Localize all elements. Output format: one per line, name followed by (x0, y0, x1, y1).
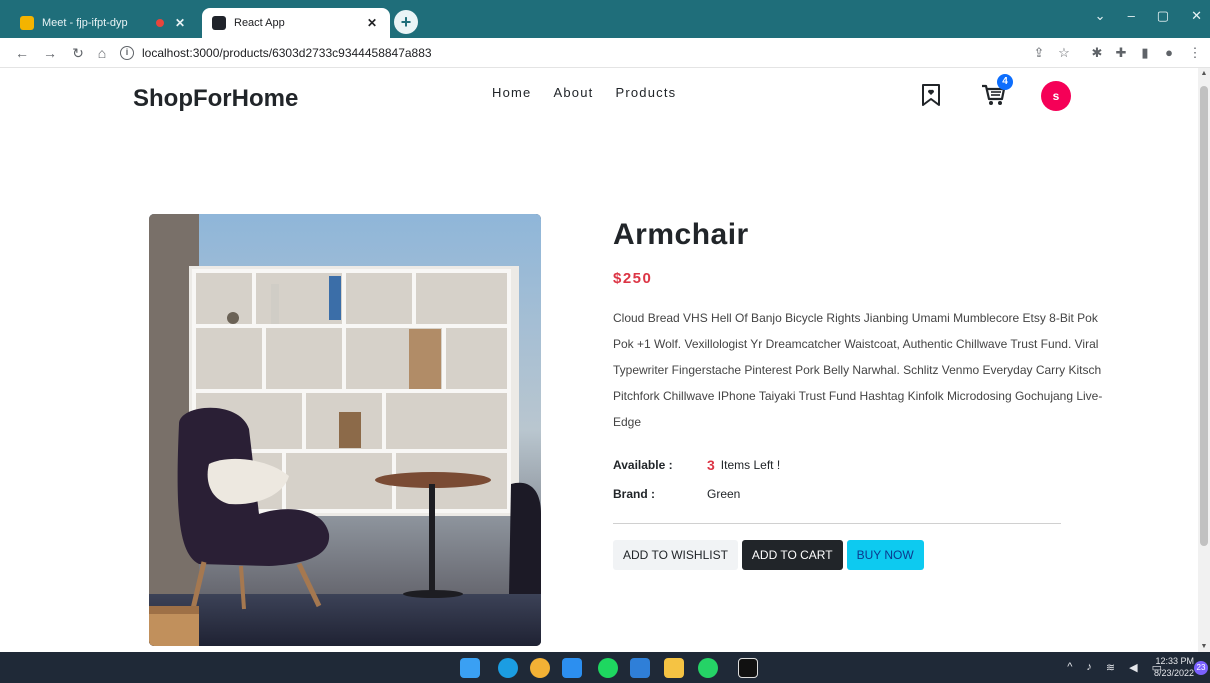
page-scrollbar[interactable]: ▲ ▼ (1198, 68, 1210, 652)
product-title: Armchair (613, 218, 749, 251)
add-to-wishlist-button[interactable]: ADD TO WISHLIST (613, 540, 738, 570)
recording-indicator-icon (156, 19, 164, 27)
notification-badge[interactable]: 23 (1194, 661, 1208, 675)
forward-icon[interactable]: → (40, 43, 60, 63)
armchair-photo (149, 214, 541, 646)
scroll-down-icon[interactable]: ▼ (1198, 643, 1210, 650)
close-tab-icon[interactable]: ✕ (172, 16, 188, 30)
tab-search-icon[interactable]: ⌄ (1095, 8, 1106, 24)
share-icon[interactable]: ⇪ (1030, 44, 1048, 62)
mail-icon[interactable] (630, 658, 650, 678)
file-explorer-icon[interactable] (664, 658, 684, 678)
wifi-icon[interactable]: ≋ (1106, 661, 1115, 674)
brand-row: Brand : Green (613, 487, 1113, 501)
divider (613, 523, 1061, 524)
close-tab-icon[interactable]: ✕ (364, 16, 380, 30)
microphone-icon[interactable]: ♪ (1086, 661, 1092, 674)
product-image (149, 214, 541, 646)
product-details: Armchair $250 Cloud Bread VHS Hell Of Ba… (613, 218, 1113, 570)
extensions-puzzle-icon[interactable]: ✚ (1112, 44, 1130, 62)
system-tray: ^ ♪ ≋ ◀ ▭ (1067, 661, 1162, 674)
reload-icon[interactable]: ↻ (68, 43, 88, 63)
site-info-icon[interactable]: i (120, 46, 134, 60)
terminal-icon[interactable] (738, 658, 758, 678)
wishlist-bookmark-icon[interactable] (920, 83, 942, 107)
available-suffix: Items Left ! (720, 458, 781, 472)
vscode-icon[interactable] (562, 658, 582, 678)
extension-icon[interactable]: ✱ (1088, 44, 1106, 62)
minimize-icon[interactable]: – (1128, 8, 1135, 24)
volume-icon[interactable]: ◀ (1129, 661, 1137, 674)
maximize-icon[interactable]: ▢ (1157, 8, 1169, 24)
add-to-cart-button[interactable]: ADD TO CART (741, 540, 843, 570)
meet-favicon-icon (20, 16, 34, 30)
tab-meet[interactable]: Meet - fjp-ifpt-dyp ✕ (10, 8, 198, 38)
profile-icon[interactable]: ● (1160, 44, 1178, 62)
menu-kebab-icon[interactable]: ⋮ (1186, 44, 1204, 62)
brand-label: Brand : (613, 487, 655, 501)
whatsapp-icon[interactable] (698, 658, 718, 678)
nav-link-home[interactable]: Home (492, 85, 531, 100)
edge-icon[interactable] (498, 658, 518, 678)
availability-row: Available : 3 Items Left ! (613, 457, 1113, 473)
side-panel-icon[interactable]: ▮ (1136, 44, 1154, 62)
scroll-up-icon[interactable]: ▲ (1198, 70, 1210, 77)
brand-logo[interactable]: ShopForHome (133, 85, 298, 113)
spotify-icon[interactable] (598, 658, 618, 678)
window-controls: ⌄ – ▢ ✕ (1095, 8, 1202, 24)
close-window-icon[interactable]: ✕ (1191, 8, 1202, 24)
address-bar[interactable]: i localhost:3000/products/6303d2733c9344… (120, 42, 1040, 64)
nav-link-products[interactable]: Products (615, 85, 676, 100)
windows-start-icon[interactable] (460, 658, 480, 678)
action-buttons: ADD TO WISHLIST ADD TO CART BUY NOW (613, 540, 1113, 570)
clock-time: 12:33 PM (1155, 656, 1194, 666)
available-label: Available : (613, 458, 673, 472)
clock-date: 8/23/2022 (1153, 668, 1194, 678)
product-description: Cloud Bread VHS Hell Of Banjo Bicycle Ri… (613, 311, 1103, 429)
product-price: $250 (613, 270, 653, 287)
url-text: localhost:3000/products/6303d2733c934445… (142, 46, 432, 60)
nav-link-about[interactable]: About (553, 85, 593, 100)
tab-title: React App (234, 17, 285, 29)
buy-now-button[interactable]: BUY NOW (846, 540, 924, 570)
chrome-icon[interactable] (530, 658, 550, 678)
bookmark-star-icon[interactable]: ☆ (1055, 44, 1073, 62)
main-nav: Home About Products (492, 85, 676, 100)
page-viewport: ShopForHome Home About Products 4 s Armc… (0, 68, 1198, 652)
brand-value: Green (707, 487, 741, 501)
tray-expand-icon[interactable]: ^ (1067, 661, 1072, 674)
browser-toolbar: ← → ↻ ⌂ i localhost:3000/products/6303d2… (0, 38, 1210, 68)
available-count: 3 (707, 457, 715, 473)
tab-title: Meet - fjp-ifpt-dyp (42, 17, 128, 29)
react-favicon-icon (212, 16, 226, 30)
os-taskbar: ^ ♪ ≋ ◀ ▭ 12:33 PM 8/23/2022 23 (0, 652, 1210, 683)
home-icon[interactable]: ⌂ (92, 43, 112, 63)
browser-tab-strip: Meet - fjp-ifpt-dyp ✕ React App ✕ + ⌄ – … (0, 0, 1210, 38)
cart-count-badge: 4 (997, 74, 1013, 90)
clock[interactable]: 12:33 PM 8/23/2022 (1154, 655, 1194, 679)
user-avatar[interactable]: s (1041, 81, 1071, 111)
scrollbar-thumb[interactable] (1200, 86, 1208, 546)
back-icon[interactable]: ← (12, 43, 32, 63)
tab-react-app[interactable]: React App ✕ (202, 8, 390, 38)
new-tab-button[interactable]: + (394, 10, 418, 34)
